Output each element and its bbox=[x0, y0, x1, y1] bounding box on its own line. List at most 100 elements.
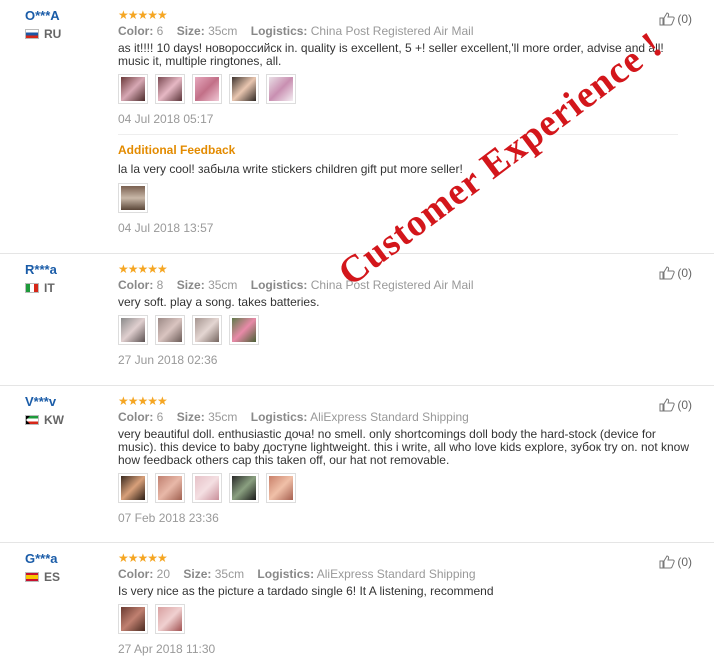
additional-feedback-text: la la very cool! забыла write stickers c… bbox=[118, 162, 463, 176]
review-body: ★★★★★ Color: 6 Size: 35cm Logistics: Ali… bbox=[118, 394, 689, 525]
review-photo[interactable] bbox=[118, 74, 148, 104]
review-photo[interactable] bbox=[118, 183, 148, 213]
reviewer-country: KW bbox=[25, 413, 64, 427]
size-value: 35cm bbox=[208, 278, 238, 292]
color-value: 6 bbox=[156, 410, 164, 424]
order-attributes: Color: 8 Size: 35cm Logistics: China Pos… bbox=[118, 278, 678, 292]
logistics-label: Logistics: bbox=[250, 24, 308, 38]
review-text: as it!!!! 10 days! новороссийск in. qual… bbox=[118, 41, 664, 68]
review-photo[interactable] bbox=[192, 473, 222, 503]
flag-es-icon bbox=[25, 572, 39, 582]
logistics-value: China Post Registered Air Mail bbox=[310, 278, 474, 292]
review-photo[interactable] bbox=[229, 74, 259, 104]
flag-ru-icon bbox=[25, 29, 39, 39]
review-body: ★★★★★ Color: 6 Size: 35cm Logistics: Chi… bbox=[118, 8, 678, 235]
review-body: ★★★★★ Color: 20 Size: 35cm Logistics: Al… bbox=[118, 551, 678, 656]
review-item: V***v KW ★★★★★ Color: 6 Size: 35cm Logis… bbox=[0, 386, 714, 543]
review-date: 27 Apr 2018 11:30 bbox=[118, 642, 216, 656]
color-label: Color: bbox=[118, 567, 154, 581]
additional-photos bbox=[118, 183, 678, 213]
review-item: O***A RU ★★★★★ Color: 6 Size: 35cm Logis… bbox=[0, 0, 714, 254]
review-photo[interactable] bbox=[266, 74, 296, 104]
logistics-label: Logistics: bbox=[257, 567, 315, 581]
review-photo[interactable] bbox=[118, 604, 148, 634]
size-label: Size: bbox=[183, 567, 212, 581]
additional-feedback: Additional Feedback la la very cool! заб… bbox=[118, 134, 678, 235]
color-label: Color: bbox=[118, 24, 154, 38]
review-photo[interactable] bbox=[229, 473, 259, 503]
country-code: IT bbox=[44, 281, 55, 295]
review-photo[interactable] bbox=[118, 315, 148, 345]
size-label: Size: bbox=[176, 24, 205, 38]
review-photo[interactable] bbox=[192, 315, 222, 345]
logistics-label: Logistics: bbox=[250, 278, 308, 292]
order-attributes: Color: 20 Size: 35cm Logistics: AliExpre… bbox=[118, 567, 678, 581]
review-text: very soft. play a song. takes batteries. bbox=[118, 295, 320, 309]
helpful-count: (0) bbox=[677, 398, 692, 412]
review-photos bbox=[118, 473, 678, 503]
reviewer-info: G***a ES bbox=[25, 551, 60, 584]
review-photos bbox=[118, 604, 678, 634]
helpful-count: (0) bbox=[677, 266, 692, 280]
thumbs-up-icon bbox=[659, 12, 676, 26]
review-photo[interactable] bbox=[155, 74, 185, 104]
review-photos bbox=[118, 315, 678, 345]
additional-feedback-date: 04 Jul 2018 13:57 bbox=[118, 221, 214, 235]
color-value: 6 bbox=[156, 24, 164, 38]
helpful-button[interactable]: (0) bbox=[659, 398, 692, 412]
reviewer-name[interactable]: R***a bbox=[25, 262, 57, 277]
review-date: 07 Feb 2018 23:36 bbox=[118, 511, 219, 525]
review-photo[interactable] bbox=[118, 473, 148, 503]
helpful-button[interactable]: (0) bbox=[659, 12, 692, 26]
reviewer-info: O***A RU bbox=[25, 8, 61, 41]
thumbs-up-icon bbox=[659, 555, 676, 569]
country-code: KW bbox=[44, 413, 64, 427]
reviewer-name[interactable]: G***a bbox=[25, 551, 60, 566]
review-photo[interactable] bbox=[155, 473, 185, 503]
review-item: R***a IT ★★★★★ Color: 8 Size: 35cm Logis… bbox=[0, 254, 714, 386]
review-text: Is very nice as the picture a tardado si… bbox=[118, 584, 494, 598]
thumbs-up-icon bbox=[659, 398, 676, 412]
review-date: 27 Jun 2018 02:36 bbox=[118, 353, 218, 367]
review-item: G***a ES ★★★★★ Color: 20 Size: 35cm Logi… bbox=[0, 543, 714, 664]
review-text: very beautiful doll. enthusiastic доча! … bbox=[118, 427, 689, 467]
flag-it-icon bbox=[25, 283, 39, 293]
reviewer-info: R***a IT bbox=[25, 262, 57, 295]
color-value: 20 bbox=[156, 567, 171, 581]
helpful-button[interactable]: (0) bbox=[659, 555, 692, 569]
size-label: Size: bbox=[176, 410, 205, 424]
review-date: 04 Jul 2018 05:17 bbox=[118, 112, 214, 126]
review-photo[interactable] bbox=[155, 604, 185, 634]
size-label: Size: bbox=[176, 278, 205, 292]
helpful-button[interactable]: (0) bbox=[659, 266, 692, 280]
review-photo[interactable] bbox=[229, 315, 259, 345]
review-photo[interactable] bbox=[155, 315, 185, 345]
country-code: RU bbox=[44, 27, 62, 41]
reviewer-name[interactable]: O***A bbox=[25, 8, 61, 23]
size-value: 35cm bbox=[208, 410, 238, 424]
star-rating: ★★★★★ bbox=[118, 262, 168, 276]
star-rating: ★★★★★ bbox=[118, 551, 168, 565]
country-code: ES bbox=[44, 570, 61, 584]
helpful-count: (0) bbox=[677, 12, 692, 26]
order-attributes: Color: 6 Size: 35cm Logistics: China Pos… bbox=[118, 24, 678, 38]
flag-kw-icon bbox=[25, 415, 39, 425]
color-label: Color: bbox=[118, 410, 154, 424]
logistics-value: China Post Registered Air Mail bbox=[310, 24, 474, 38]
thumbs-up-icon bbox=[659, 266, 676, 280]
logistics-value: AliExpress Standard Shipping bbox=[316, 567, 476, 581]
review-photo[interactable] bbox=[192, 74, 222, 104]
helpful-count: (0) bbox=[677, 555, 692, 569]
reviewer-country: ES bbox=[25, 570, 60, 584]
star-rating: ★★★★★ bbox=[118, 8, 168, 22]
star-rating: ★★★★★ bbox=[118, 394, 168, 408]
review-photos bbox=[118, 74, 678, 104]
review-photo[interactable] bbox=[266, 473, 296, 503]
reviewer-name[interactable]: V***v bbox=[25, 394, 64, 409]
reviewer-country: RU bbox=[25, 27, 61, 41]
size-value: 35cm bbox=[208, 24, 238, 38]
color-label: Color: bbox=[118, 278, 154, 292]
order-attributes: Color: 6 Size: 35cm Logistics: AliExpres… bbox=[118, 410, 678, 424]
logistics-value: AliExpress Standard Shipping bbox=[310, 410, 469, 424]
logistics-label: Logistics: bbox=[250, 410, 308, 424]
